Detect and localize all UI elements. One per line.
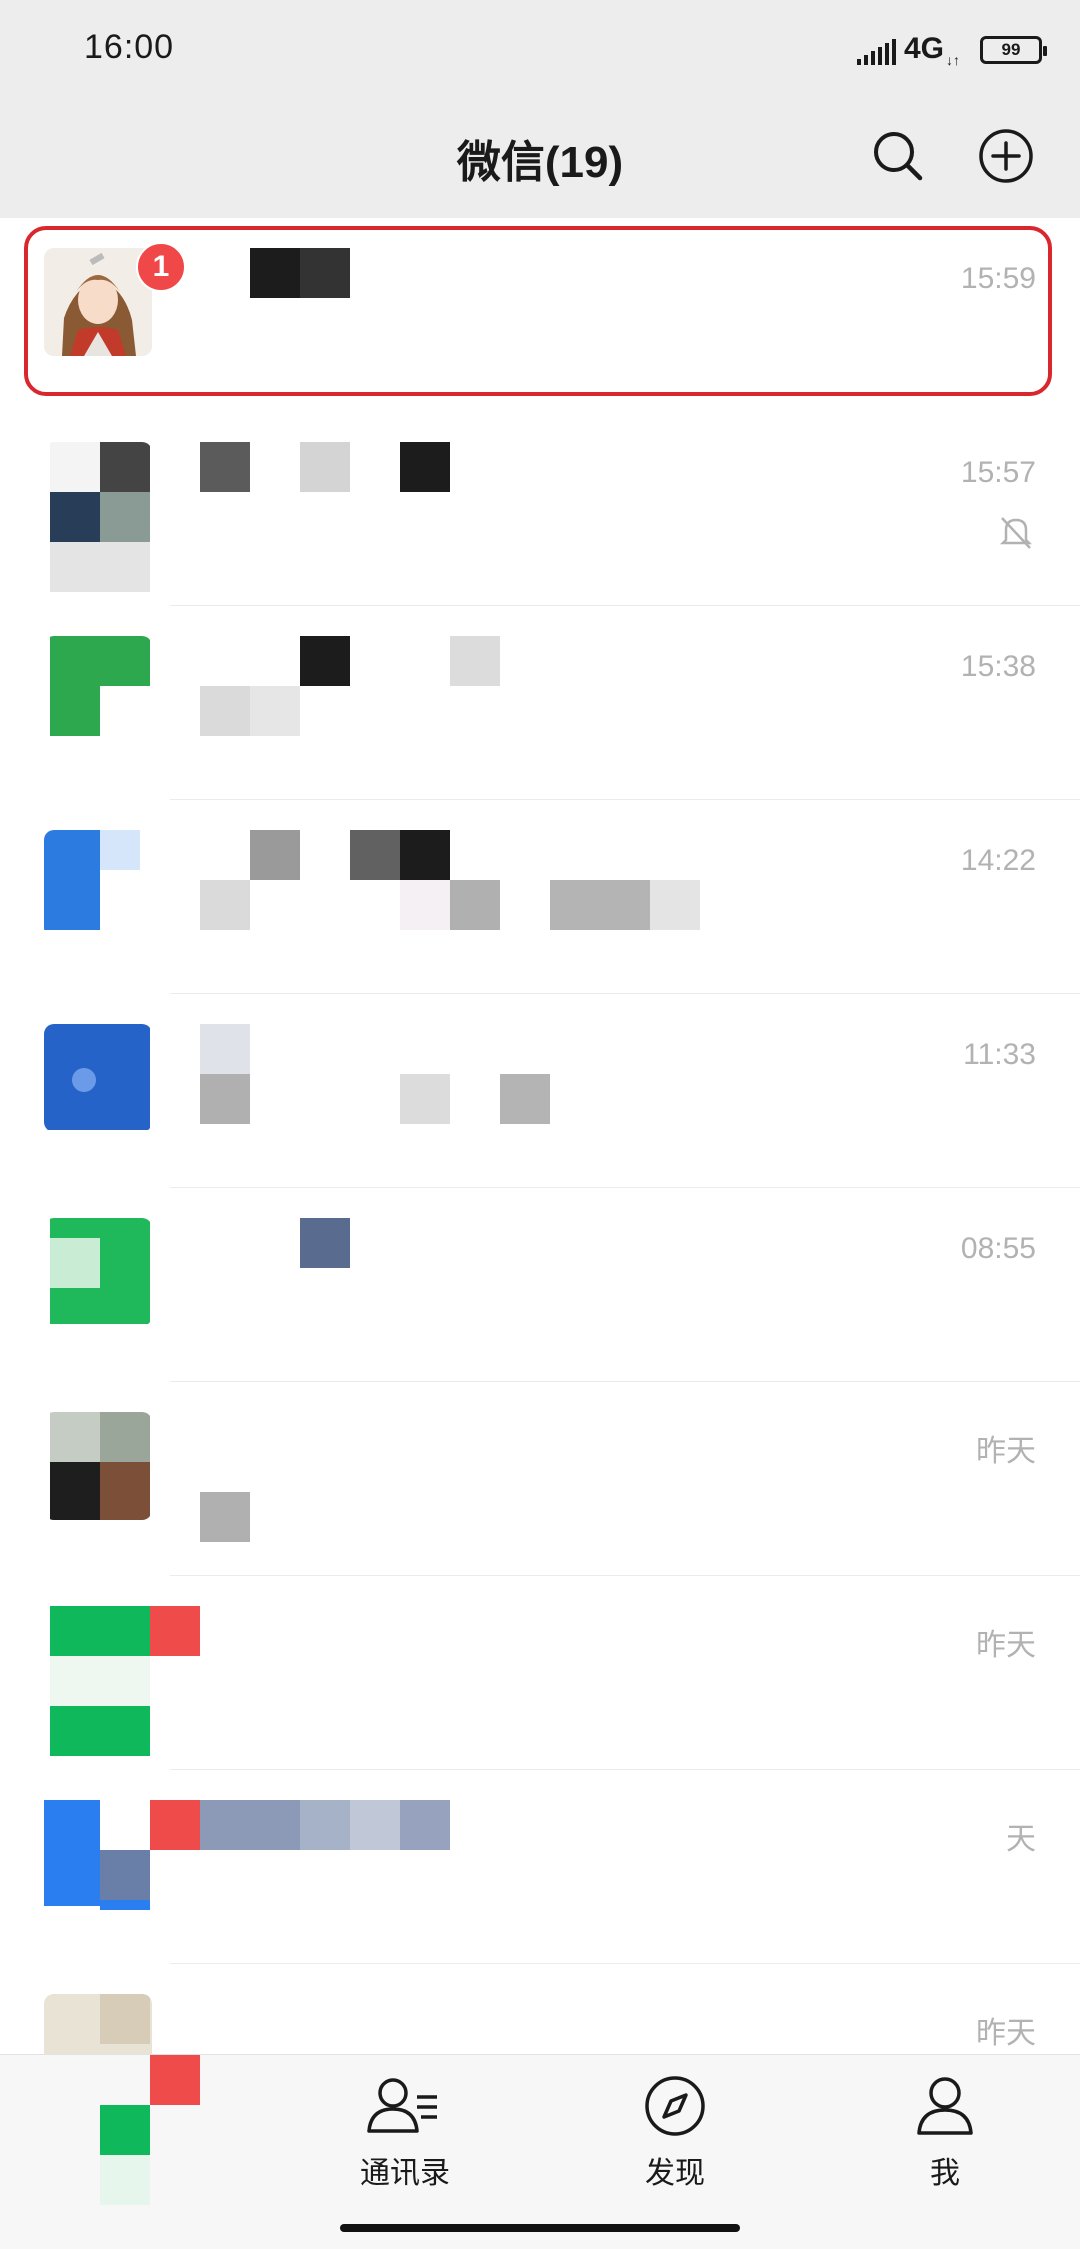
- plus-circle-icon[interactable]: [976, 126, 1036, 186]
- unread-badge: 1: [136, 242, 186, 292]
- chat-time: 昨天: [976, 2017, 1036, 2050]
- avatar: [44, 1218, 152, 1326]
- tab-contacts[interactable]: 通讯录: [335, 2075, 475, 2192]
- chat-row[interactable]: 天: [0, 1770, 1080, 1964]
- chat-row[interactable]: 11:33: [0, 994, 1080, 1188]
- search-icon[interactable]: [868, 126, 928, 186]
- chat-time: 昨天: [976, 1629, 1036, 1662]
- chat-time: 15:57: [960, 456, 1036, 489]
- tab-me[interactable]: 我: [875, 2075, 1015, 2192]
- battery-icon: 99: [980, 36, 1047, 64]
- avatar: [44, 636, 152, 744]
- chat-row[interactable]: 1 15:59: [0, 218, 1080, 412]
- chat-time: 15:38: [960, 650, 1036, 683]
- avatar: [44, 1800, 152, 1910]
- chat-time: 昨天: [976, 1435, 1036, 1468]
- chat-time: 天: [1006, 1823, 1036, 1856]
- signal-icon: [856, 35, 896, 65]
- tab-label: 通讯录: [360, 2157, 450, 2190]
- mute-bell-icon: [999, 517, 1033, 549]
- status-bar: 16:00 4G ↓↑ 99: [0, 0, 1080, 100]
- avatar: [44, 442, 152, 550]
- person-icon: [917, 2077, 973, 2135]
- avatar: [44, 830, 152, 938]
- chat-row[interactable]: 昨天: [0, 1576, 1080, 1770]
- chat-time: 15:59: [960, 262, 1036, 295]
- compass-icon: [645, 2076, 705, 2136]
- chat-row[interactable]: 15:57: [0, 412, 1080, 606]
- chat-time: 08:55: [960, 1232, 1036, 1265]
- status-time: 16:00: [84, 28, 175, 66]
- tab-label: 我: [930, 2157, 960, 2190]
- tab-label: 发现: [645, 2157, 705, 2190]
- home-indicator[interactable]: [340, 2224, 740, 2232]
- network-activity-icon: ↓↑: [946, 52, 960, 68]
- tab-bar: 通讯录 发现 我: [0, 2054, 1080, 2249]
- chat-row[interactable]: 15:38: [0, 606, 1080, 800]
- header: 微信(19): [0, 100, 1080, 218]
- chat-row[interactable]: 14:22: [0, 800, 1080, 994]
- chat-time: 14:22: [960, 844, 1036, 877]
- contacts-icon: [367, 2078, 437, 2133]
- chat-row[interactable]: 08:55: [0, 1188, 1080, 1382]
- network-type: 4G ↓↑: [903, 32, 960, 68]
- chat-row[interactable]: 昨天: [0, 1382, 1080, 1576]
- tab-discover[interactable]: 发现: [605, 2075, 745, 2192]
- chat-time: 11:33: [963, 1038, 1036, 1071]
- battery-level: 99: [1001, 40, 1021, 59]
- avatar: [44, 1606, 200, 1756]
- chat-list: 1 15:59 15:57 15:38 14:22 11:33 08:55 昨天…: [0, 218, 1080, 2158]
- status-indicators: 4G ↓↑ 99: [856, 32, 1047, 68]
- avatar: [44, 1412, 152, 1520]
- avatar: [44, 1024, 152, 1132]
